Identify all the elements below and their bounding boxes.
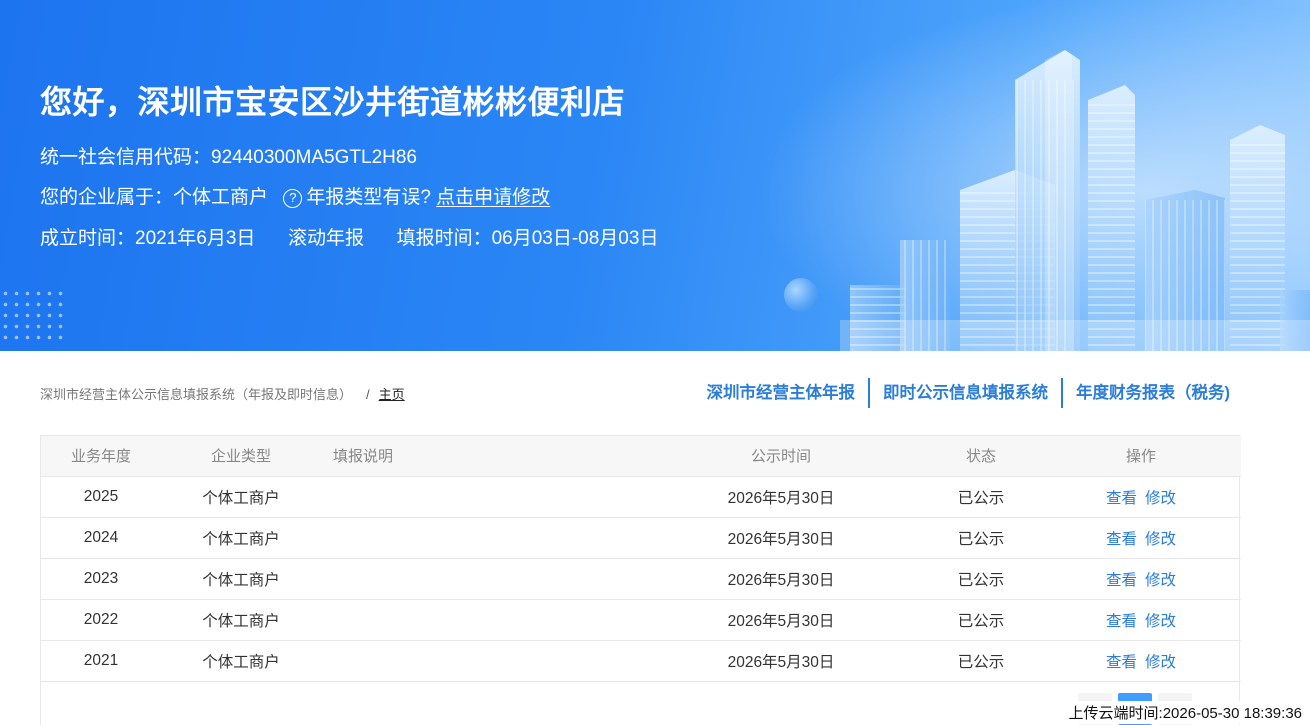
edit-link[interactable]: 修改 (1145, 490, 1176, 507)
upload-timestamp: 上传云端时间:2026-05-30 18:39:36 (1066, 701, 1304, 724)
cell-year: 2025 (83, 487, 119, 505)
header-ops: 操作 (1125, 448, 1156, 466)
enterprise-type-value: 个体工商户 (173, 187, 269, 208)
table-row: 2023 个体工商户 2026年5月30日 已公示 查看 修改 (41, 558, 1241, 599)
report-mode: 滚动年报 (287, 228, 364, 249)
cell-ops: 查看 修改 (1041, 599, 1241, 640)
header-year: 业务年度 (70, 448, 131, 466)
financial-report-link[interactable]: 年度财务报表（税务) (1063, 378, 1230, 408)
breadcrumb-separator: / (366, 387, 370, 402)
view-link[interactable]: 查看 (1106, 572, 1137, 589)
cell-year: 2022 (83, 610, 119, 628)
header-banner: 您好，深圳市宝安区沙井街道彬彬便利店 统一社会信用代码：92440300MA5G… (0, 0, 1310, 351)
cell-status: 已公示 (957, 489, 1005, 507)
breadcrumb: 深圳市经营主体公示信息填报系统（年报及即时信息） / 主页 (40, 384, 405, 403)
view-link[interactable]: 查看 (1106, 531, 1137, 548)
enterprise-type-line: 您的企业属于：个体工商户 ? 年报类型有误? 点击申请修改 (40, 182, 550, 209)
fill-period-value: 06月03日-08月03日 (491, 228, 659, 249)
enterprise-type-label: 您的企业属于： (40, 187, 174, 208)
cell-desc (321, 517, 641, 558)
cell-published: 2026年5月30日 (727, 530, 835, 548)
edit-link[interactable]: 修改 (1145, 654, 1176, 671)
table-row: 2024 个体工商户 2026年5月30日 已公示 查看 修改 (41, 517, 1241, 558)
view-link[interactable]: 查看 (1106, 613, 1137, 630)
report-table-container: 业务年度 企业类型 填报说明 公示时间 状态 操作 2025 个体工商户 202… (40, 435, 1241, 725)
breadcrumb-home-link[interactable]: 主页 (379, 387, 405, 402)
apply-modify-link[interactable]: 点击申请修改 (436, 187, 550, 208)
cell-ops: 查看 修改 (1041, 558, 1241, 599)
city-skyline-illustration (840, 50, 1310, 351)
table-row: 2021 个体工商户 2026年5月30日 已公示 查看 修改 (41, 640, 1241, 681)
annual-report-link[interactable]: 深圳市经营主体年报 (694, 378, 869, 408)
header-published: 公示时间 (750, 448, 811, 466)
establishment-line: 成立时间：2021年6月3日 滚动年报 填报时间：06月03日-08月03日 (40, 223, 658, 250)
banner-orb-decoration (784, 278, 818, 312)
established-label: 成立时间： (40, 228, 136, 249)
cell-status: 已公示 (957, 653, 1005, 671)
cell-type: 个体工商户 (202, 489, 280, 507)
table-row: 2022 个体工商户 2026年5月30日 已公示 查看 修改 (41, 599, 1241, 640)
cell-year: 2024 (83, 528, 119, 546)
view-link[interactable]: 查看 (1106, 654, 1137, 671)
system-links: 深圳市经营主体年报 即时公示信息填报系统 年度财务报表（税务) (694, 378, 1230, 408)
edit-link[interactable]: 修改 (1145, 572, 1176, 589)
cell-desc (321, 599, 641, 640)
table-row-empty-spacer (41, 681, 1241, 722)
question-circle-icon: ? (283, 189, 303, 208)
cell-desc (321, 476, 641, 517)
greeting-title: 您好，深圳市宝安区沙井街道彬彬便利店 (40, 84, 626, 120)
cell-type: 个体工商户 (202, 612, 280, 630)
table-header-row: 业务年度 企业类型 填报说明 公示时间 状态 操作 (41, 436, 1241, 476)
header-status: 状态 (965, 448, 996, 466)
established-date: 2021年6月3日 (135, 228, 256, 249)
cell-type: 个体工商户 (202, 653, 280, 671)
instant-disclosure-link[interactable]: 即时公示信息填报系统 (870, 378, 1061, 408)
header-type: 企业类型 (210, 448, 271, 466)
cell-published: 2026年5月30日 (727, 571, 835, 589)
breadcrumb-system: 深圳市经营主体公示信息填报系统（年报及即时信息） (40, 387, 353, 402)
edit-link[interactable]: 修改 (1145, 531, 1176, 548)
cell-status: 已公示 (957, 612, 1005, 630)
edit-link[interactable]: 修改 (1145, 613, 1176, 630)
header-desc: 填报说明 (333, 448, 394, 466)
cell-desc (321, 640, 641, 681)
cell-desc (321, 558, 641, 599)
cell-type: 个体工商户 (202, 571, 280, 589)
cell-published: 2026年5月30日 (727, 489, 835, 507)
view-link[interactable]: 查看 (1106, 490, 1137, 507)
banner-dot-pattern (0, 288, 64, 344)
cell-published: 2026年5月30日 (727, 612, 835, 630)
credit-code-line: 统一社会信用代码：92440300MA5GTL2H86 (40, 142, 417, 169)
cell-year: 2023 (83, 569, 119, 587)
report-table: 业务年度 企业类型 填报说明 公示时间 状态 操作 2025 个体工商户 202… (41, 436, 1241, 722)
cell-ops: 查看 修改 (1041, 517, 1241, 558)
report-type-question: 年报类型有误? (306, 187, 431, 208)
fill-period-label: 填报时间： (396, 228, 492, 249)
table-row: 2025 个体工商户 2026年5月30日 已公示 查看 修改 (41, 476, 1241, 517)
cell-status: 已公示 (957, 571, 1005, 589)
cell-type: 个体工商户 (202, 530, 280, 548)
cell-ops: 查看 修改 (1041, 476, 1241, 517)
cell-year: 2021 (83, 651, 119, 669)
cell-ops: 查看 修改 (1041, 640, 1241, 681)
credit-code-label: 统一社会信用代码： (40, 147, 212, 168)
cell-published: 2026年5月30日 (727, 653, 835, 671)
credit-code-value: 92440300MA5GTL2H86 (211, 147, 417, 168)
cell-status: 已公示 (957, 530, 1005, 548)
